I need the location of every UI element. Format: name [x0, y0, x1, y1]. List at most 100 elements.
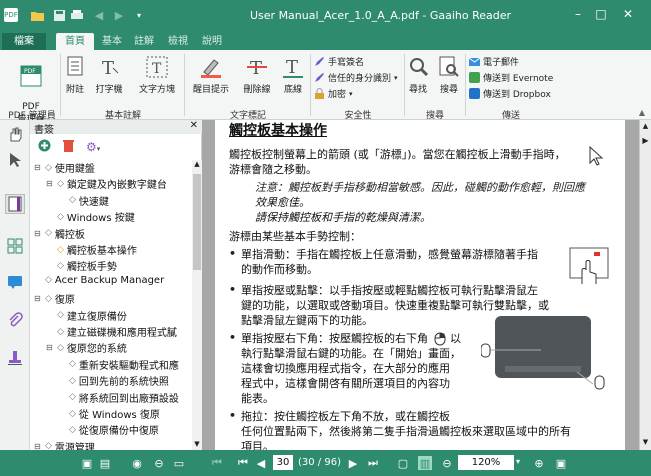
continuous-view-icon[interactable]: ▤: [98, 456, 112, 470]
expand-toggle-icon[interactable]: ⊟: [34, 163, 42, 172]
signature-stamp-icon[interactable]: [5, 348, 25, 368]
find-button[interactable]: 尋找: [406, 54, 430, 95]
fit-page-icon[interactable]: ▥: [418, 456, 432, 470]
open-folder-icon[interactable]: [30, 8, 44, 22]
zoom-level-select[interactable]: 120%: [458, 455, 514, 470]
first-page-icon[interactable]: ⏮: [210, 456, 224, 470]
typewriter-button[interactable]: T 打字機: [92, 54, 126, 95]
rotate-icon[interactable]: ◉: [130, 456, 144, 470]
maximize-button[interactable]: □: [591, 7, 611, 23]
bookmark-item[interactable]: ⊟ ◇ 觸控板: [34, 226, 85, 241]
next-page-icon[interactable]: ▶: [346, 456, 360, 470]
actual-size-icon[interactable]: ▢: [396, 456, 410, 470]
minimize-button[interactable]: –: [568, 7, 588, 23]
scroll-down-icon[interactable]: ▼: [640, 438, 651, 446]
bookmark-item[interactable]: ⊟ ◇ 使用鍵盤: [34, 160, 95, 176]
bookmark-item[interactable]: ◇ 快速鍵: [58, 193, 109, 208]
zoom-out-icon[interactable]: ⊖: [440, 456, 454, 470]
undo-icon[interactable]: ◀: [92, 8, 106, 22]
attachment-paperclip-icon[interactable]: [5, 310, 25, 330]
bookmark-label: 使用鍵盤: [54, 164, 95, 175]
redo-icon[interactable]: ▶: [112, 8, 126, 22]
strikeout-button[interactable]: T 刪除線: [238, 54, 276, 95]
bookmark-item[interactable]: ◇ 建立磁碟機和應用程式膩: [46, 324, 177, 340]
handwritten-signature-button[interactable]: 手寫簽名: [314, 55, 364, 68]
window-title: User Manual_Acer_1.0_A_A.pdf - Gaaiho Re…: [250, 9, 512, 22]
underline-button[interactable]: T 底線: [278, 54, 308, 95]
expand-toggle-icon[interactable]: ⊟: [34, 294, 42, 303]
document-scrollbar[interactable]: ▲ ▶ ▼: [639, 120, 651, 450]
page-number-input[interactable]: 30: [273, 455, 293, 470]
email-label: 電子郵件: [483, 58, 520, 68]
close-button[interactable]: ✕: [618, 7, 638, 23]
single-page-view-icon[interactable]: ▣: [80, 456, 94, 470]
tab-file[interactable]: 檔案: [2, 33, 46, 50]
highlight-button[interactable]: 醒目提示: [188, 54, 234, 95]
hand-tool-icon[interactable]: [5, 124, 25, 144]
last-page-icon[interactable]: ⏭: [366, 456, 380, 470]
print-icon[interactable]: [70, 8, 84, 22]
strikeout-icon: T: [247, 58, 267, 79]
tab-home[interactable]: 首頁: [56, 33, 94, 50]
panel-scroll-thumb[interactable]: [193, 174, 201, 270]
bookmark-item[interactable]: ⊟ ◇ 電源管理: [34, 439, 95, 450]
textbox-button[interactable]: T 文字方塊: [134, 54, 180, 95]
trusted-identity-button[interactable]: 信任的身分識別 ▾: [314, 71, 398, 84]
encrypt-button[interactable]: 加密 ▾: [314, 87, 353, 100]
comments-icon[interactable]: [5, 272, 25, 292]
bookmark-item[interactable]: ⊟ ◇ 復原: [34, 291, 75, 307]
select-arrow-icon[interactable]: [5, 150, 25, 170]
collapse-ribbon-icon[interactable]: ▲: [639, 108, 645, 117]
add-bookmark-icon[interactable]: [38, 139, 51, 155]
previous-page-icon[interactable]: ⏮: [236, 456, 250, 470]
app-window: PDF ◀ ▶ ▾ User Manual_Acer_1.0_A_A.pdf -…: [0, 0, 651, 476]
bookmark-item[interactable]: ◇ 回到先前的系統快照: [58, 373, 169, 389]
bookmark-item[interactable]: ◇ 觸控板手勢: [46, 258, 117, 274]
tab-comment[interactable]: 註解: [130, 33, 158, 50]
scroll-up-icon[interactable]: ▲: [192, 160, 202, 170]
zoom-chevron-down-icon[interactable]: ▾: [516, 457, 520, 466]
search-button[interactable]: 搜尋: [436, 54, 462, 95]
bookmark-options-gear-icon[interactable]: ⚙▾: [86, 140, 100, 154]
note-line: 注意：觸控板對手指移動相當敏感。因此，碰觸的動作愈輕，則回應: [255, 181, 585, 194]
customize-chevron-down-icon[interactable]: ▾: [132, 8, 146, 22]
zoom-out-small-icon[interactable]: ⊖: [152, 456, 166, 470]
full-screen-icon[interactable]: ▣: [554, 456, 568, 470]
bookmark-item[interactable]: ◇ Windows 按鍵: [46, 209, 135, 225]
scroll-up-icon[interactable]: ▲: [640, 122, 651, 130]
evernote-icon: [469, 72, 480, 83]
bookmark-item[interactable]: ◇ 從 Windows 復原: [58, 406, 160, 422]
bookmark-diamond-icon: ◇: [45, 162, 52, 173]
bookmark-item[interactable]: ◇ Acer Backup Manager: [34, 275, 164, 286]
panel-scrollbar[interactable]: ▲ ▼: [192, 160, 202, 450]
tab-view[interactable]: 檢視: [164, 33, 192, 50]
paragraph-line: 觸控板控制螢幕上的箭頭 (或「游標」)。當您在觸控板上滑動手指時，: [229, 148, 566, 161]
bookmark-item[interactable]: ◇ 從復原備份中復原: [58, 422, 159, 438]
scroll-down-icon[interactable]: ▼: [192, 440, 202, 450]
bookmark-panel-icon[interactable]: [5, 194, 25, 214]
scroll-page-indicator-icon[interactable]: ▶: [640, 136, 651, 145]
send-to-evernote-button[interactable]: 傳送到 Evernote: [469, 71, 553, 84]
attach-note-button[interactable]: 附註: [62, 54, 88, 95]
bookmark-item[interactable]: ⊟ ◇ 鎖定鍵及內嵌數字鍵台: [46, 176, 167, 192]
email-button[interactable]: 電子郵件: [469, 55, 519, 68]
fit-width-icon[interactable]: ▭: [172, 456, 186, 470]
prev-arrow-icon[interactable]: ◀: [254, 456, 268, 470]
expand-toggle-icon[interactable]: ⊟: [46, 343, 54, 352]
thumbnails-icon[interactable]: [5, 236, 25, 256]
send-to-dropbox-button[interactable]: 傳送到 Dropbox: [469, 87, 551, 100]
bookmark-item[interactable]: ⊟ ◇ 復原您的系統: [46, 340, 127, 356]
delete-bookmark-icon[interactable]: [63, 139, 74, 155]
bookmark-item[interactable]: ◇ 重新安裝驅動程式和應: [58, 357, 179, 372]
expand-toggle-icon[interactable]: ⊟: [34, 442, 42, 450]
tab-help[interactable]: 說明: [198, 33, 226, 50]
expand-toggle-icon[interactable]: ⊟: [46, 179, 54, 188]
expand-toggle-icon[interactable]: ⊟: [34, 229, 42, 238]
bookmark-item[interactable]: ◇ 觸控板基本操作: [46, 242, 137, 258]
tab-basic[interactable]: 基本: [98, 33, 126, 50]
zoom-in-icon[interactable]: ⊕: [532, 456, 546, 470]
bookmark-item[interactable]: ◇ 將系統回到出廠預設設: [58, 390, 179, 405]
bookmark-item[interactable]: ◇ 建立復原備份: [46, 308, 127, 323]
save-icon[interactable]: [52, 8, 66, 22]
panel-close-button[interactable]: ✕: [190, 120, 198, 131]
